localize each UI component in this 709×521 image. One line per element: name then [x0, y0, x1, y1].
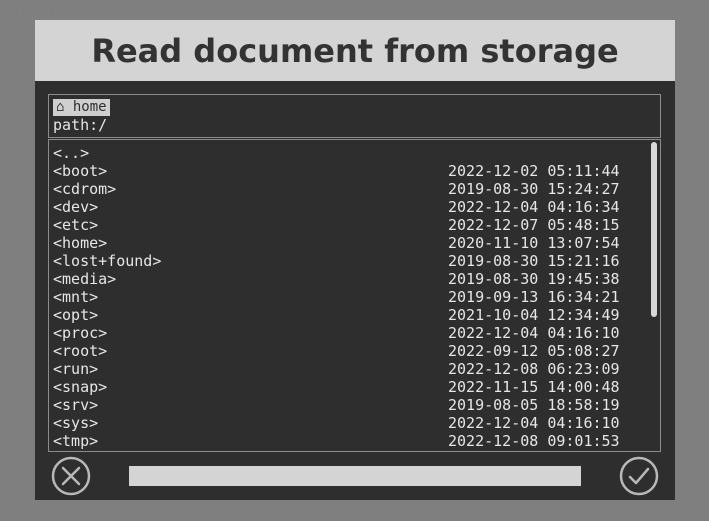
list-item[interactable]: <media> 2019-08-30 19:45:38: [53, 270, 646, 288]
file-date: 2022-12-04 04:16:10: [448, 324, 620, 342]
file-date: 2022-11-15 14:00:48: [448, 378, 620, 396]
file-date: 2022-12-08 06:23:09: [448, 360, 620, 378]
parent-directory-row[interactable]: <..>: [53, 144, 646, 162]
file-date: 2022-09-12 05:08:27: [448, 342, 620, 360]
file-name: <snap>: [53, 378, 108, 396]
list-item[interactable]: <proc> 2022-12-04 04:16:10: [53, 324, 646, 342]
file-open-dialog: Read document from storage ⌂ home path:/…: [35, 20, 675, 500]
file-name: <etc>: [53, 216, 99, 234]
file-name: <opt>: [53, 306, 99, 324]
file-name: <srv>: [53, 396, 99, 414]
list-item[interactable]: <cdrom> 2019-08-30 15:24:27: [53, 180, 646, 198]
file-name: <mnt>: [53, 288, 99, 306]
background-label: ... ....: [2, 0, 60, 14]
list-item[interactable]: <home> 2020-11-10 13:07:54: [53, 234, 646, 252]
list-item[interactable]: <dev> 2022-12-04 04:16:34: [53, 198, 646, 216]
list-item[interactable]: <sys> 2022-12-04 04:16:10: [53, 414, 646, 432]
cancel-button[interactable]: [51, 456, 91, 496]
file-name: <sys>: [53, 414, 99, 432]
file-name: <media>: [53, 270, 117, 288]
list-item[interactable]: <snap> 2022-11-15 14:00:48: [53, 378, 646, 396]
file-list-panel: <..> <boot> 2022-12-02 05:11:44 <cdrom> 2019…: [48, 139, 661, 452]
file-date: 2021-10-04 12:34:49: [448, 306, 620, 324]
file-name: <tmp>: [53, 432, 99, 450]
file-date: 2022-12-08 09:01:53: [448, 432, 620, 450]
file-name: <dev>: [53, 198, 99, 216]
file-date: 2019-08-05 18:58:19: [448, 396, 620, 414]
scrollbar-thumb[interactable]: [651, 142, 657, 317]
list-item[interactable]: <srv> 2019-08-05 18:58:19: [53, 396, 646, 414]
file-list: <..> <boot> 2022-12-02 05:11:44 <cdrom> 2019…: [53, 144, 646, 450]
list-item[interactable]: <run> 2022-12-08 06:23:09: [53, 360, 646, 378]
file-date: 2022-12-02 05:11:44: [448, 162, 620, 180]
list-item[interactable]: <lost+found> 2019-08-30 15:21:16: [53, 252, 646, 270]
title-bar: Read document from storage: [35, 20, 675, 81]
list-item[interactable]: <etc> 2022-12-07 05:48:15: [53, 216, 646, 234]
check-circle-icon: [619, 456, 659, 496]
file-name: <lost+found>: [53, 252, 162, 270]
list-item[interactable]: <tmp> 2022-12-08 09:01:53: [53, 432, 646, 450]
list-item[interactable]: <root> 2022-09-12 05:08:27: [53, 342, 646, 360]
list-item[interactable]: <opt> 2021-10-04 12:34:49: [53, 306, 646, 324]
filename-input[interactable]: [129, 466, 581, 486]
file-date: 2020-11-10 13:07:54: [448, 234, 620, 252]
list-item[interactable]: <mnt> 2019-09-13 16:34:21: [53, 288, 646, 306]
file-name: <root>: [53, 342, 108, 360]
file-name: <cdrom>: [53, 180, 117, 198]
file-name: <home>: [53, 234, 108, 252]
close-circle-icon: [51, 456, 91, 496]
location-panel: ⌂ home path:/: [48, 94, 661, 138]
file-date: 2022-12-04 04:16:10: [448, 414, 620, 432]
file-name: <run>: [53, 360, 99, 378]
home-button[interactable]: ⌂ home: [53, 99, 110, 116]
current-path: path:/: [53, 116, 108, 134]
file-name: <..>: [53, 144, 90, 162]
confirm-button[interactable]: [619, 456, 659, 496]
file-date: 2019-08-30 15:21:16: [448, 252, 620, 270]
dialog-title: Read document from storage: [91, 31, 619, 70]
file-date: 2022-12-04 04:16:34: [448, 198, 620, 216]
file-date: 2022-12-07 05:48:15: [448, 216, 620, 234]
list-item[interactable]: <boot> 2022-12-02 05:11:44: [53, 162, 646, 180]
file-date: 2019-09-13 16:34:21: [448, 288, 620, 306]
file-date: 2019-08-30 15:24:27: [448, 180, 620, 198]
file-name: <proc>: [53, 324, 108, 342]
file-name: <boot>: [53, 162, 108, 180]
file-date: 2019-08-30 19:45:38: [448, 270, 620, 288]
